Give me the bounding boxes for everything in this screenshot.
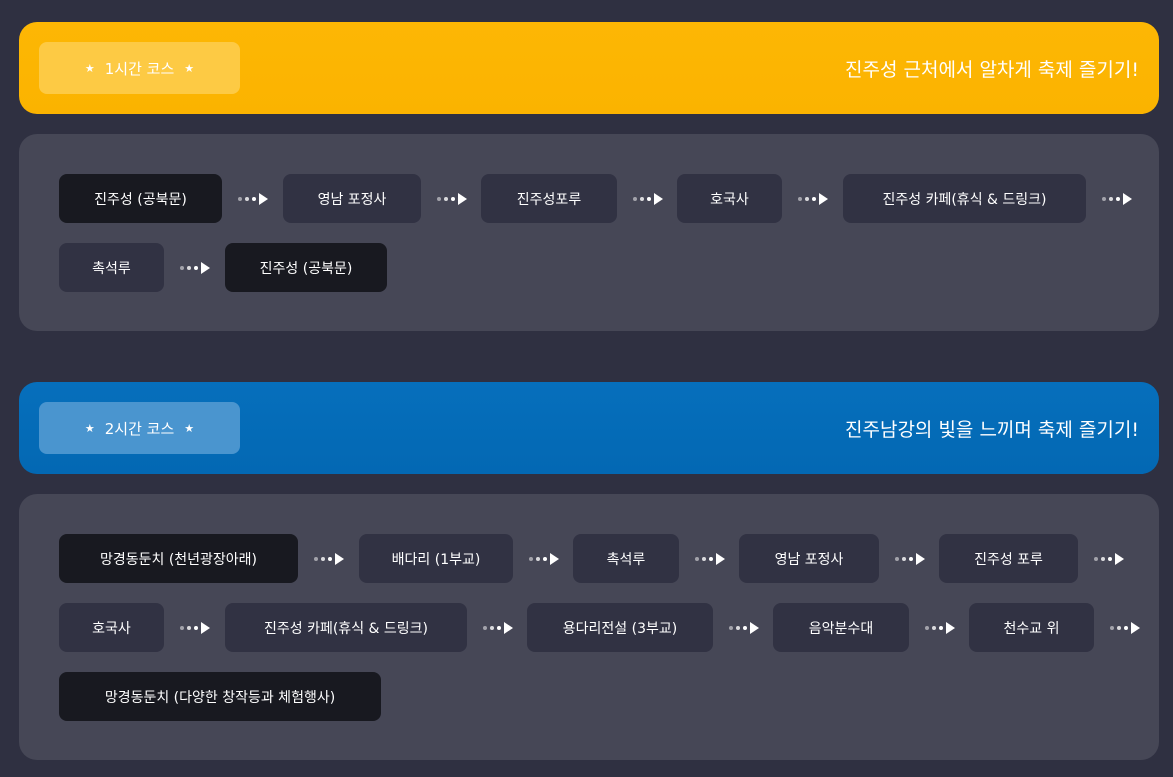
- dotted-arrow-icon: [729, 603, 759, 652]
- dotted-arrow-icon: [925, 603, 955, 652]
- route-stop[interactable]: 망경동둔치 (다양한 창작등과 체험행사): [59, 672, 381, 721]
- course-1-banner: ★ 1시간 코스 ★ 진주성 근처에서 알차게 축제 즐기기!: [19, 22, 1159, 114]
- course-1-badge-label: 1시간 코스: [104, 59, 175, 78]
- course-1-headline: 진주성 근처에서 알차게 축제 즐기기!: [845, 58, 1139, 81]
- dotted-arrow-icon: [798, 174, 828, 223]
- star-icon: ★: [84, 61, 95, 75]
- route-stop[interactable]: 진주성 (공북문): [225, 243, 387, 292]
- dotted-arrow-icon: [238, 174, 268, 223]
- star-icon: ★: [84, 421, 95, 435]
- star-icon: ★: [184, 61, 195, 75]
- dotted-arrow-icon: [895, 534, 925, 583]
- dotted-arrow-icon: [180, 243, 210, 292]
- dotted-arrow-icon: [314, 534, 344, 583]
- route-stop[interactable]: 촉석루: [573, 534, 679, 583]
- course-1-route-panel: 진주성 (공북문) 영남 포정사 진주성포루 호국사 진주성 카페(휴식 & 드…: [19, 134, 1159, 331]
- route-stop[interactable]: 호국사: [59, 603, 164, 652]
- course-2-badge-label: 2시간 코스: [104, 419, 175, 438]
- dotted-arrow-icon: [633, 174, 663, 223]
- route-stop[interactable]: 영남 포정사: [283, 174, 421, 223]
- route-stop[interactable]: 촉석루: [59, 243, 164, 292]
- route-stop[interactable]: 망경동둔치 (천년광장아래): [59, 534, 298, 583]
- dotted-arrow-icon: [529, 534, 559, 583]
- route-stop[interactable]: 호국사: [677, 174, 782, 223]
- route-stop[interactable]: 진주성 (공북문): [59, 174, 222, 223]
- course-2-badge[interactable]: ★ 2시간 코스 ★: [39, 402, 240, 454]
- route-stop[interactable]: 진주성 카페(휴식 & 드링크): [843, 174, 1086, 223]
- star-icon: ★: [184, 421, 195, 435]
- route-stop[interactable]: 진주성포루: [481, 174, 617, 223]
- route-stop[interactable]: 천수교 위: [969, 603, 1094, 652]
- dotted-arrow-icon: [1094, 534, 1124, 583]
- route-stop[interactable]: 진주성 포루: [939, 534, 1078, 583]
- course-2-headline: 진주남강의 빛을 느끼며 축제 즐기기!: [845, 418, 1139, 441]
- route-stop[interactable]: 영남 포정사: [739, 534, 879, 583]
- dotted-arrow-icon: [437, 174, 467, 223]
- route-stop[interactable]: 진주성 카페(휴식 & 드링크): [225, 603, 467, 652]
- dotted-arrow-icon: [180, 603, 210, 652]
- dotted-arrow-icon: [1102, 174, 1132, 223]
- course-1-badge[interactable]: ★ 1시간 코스 ★: [39, 42, 240, 94]
- route-stop[interactable]: 음악분수대: [773, 603, 909, 652]
- course-2-route-panel: 망경동둔치 (천년광장아래) 배다리 (1부교) 촉석루 영남 포정사 진주성 …: [19, 494, 1159, 760]
- route-stop[interactable]: 배다리 (1부교): [359, 534, 513, 583]
- dotted-arrow-icon: [1110, 603, 1140, 652]
- dotted-arrow-icon: [695, 534, 725, 583]
- route-stop[interactable]: 용다리전설 (3부교): [527, 603, 713, 652]
- dotted-arrow-icon: [483, 603, 513, 652]
- course-2-banner: ★ 2시간 코스 ★ 진주남강의 빛을 느끼며 축제 즐기기!: [19, 382, 1159, 474]
